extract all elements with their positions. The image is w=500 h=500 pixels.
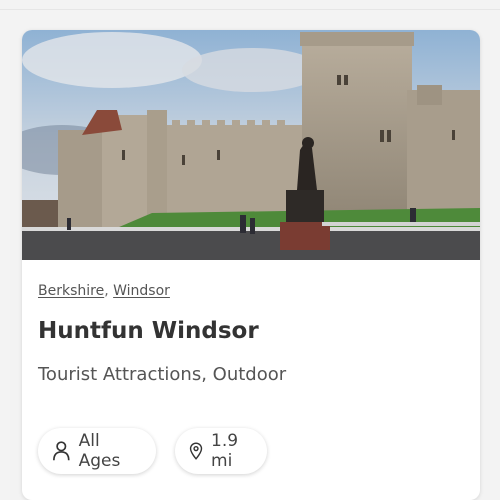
distance-chip: 1.9 mi (175, 428, 267, 474)
age-range-label: All Ages (78, 431, 121, 471)
top-bar (0, 0, 500, 10)
hero-image-windsor-castle[interactable] (22, 30, 480, 260)
listing-title[interactable]: Huntfun Windsor (38, 318, 259, 344)
breadcrumb-separator: , (104, 283, 109, 299)
breadcrumb-link-berkshire[interactable]: Berkshire (38, 283, 104, 299)
breadcrumb: Berkshire, Windsor (38, 283, 170, 299)
breadcrumb-link-windsor[interactable]: Windsor (113, 283, 170, 299)
location-pin-icon (189, 442, 203, 460)
age-range-chip: All Ages (38, 428, 156, 474)
listing-categories: Tourist Attractions, Outdoor (38, 364, 287, 385)
attraction-card[interactable]: Berkshire, Windsor Huntfun Windsor Touri… (22, 30, 480, 500)
distance-label: 1.9 mi (211, 431, 239, 471)
person-icon (53, 441, 70, 461)
